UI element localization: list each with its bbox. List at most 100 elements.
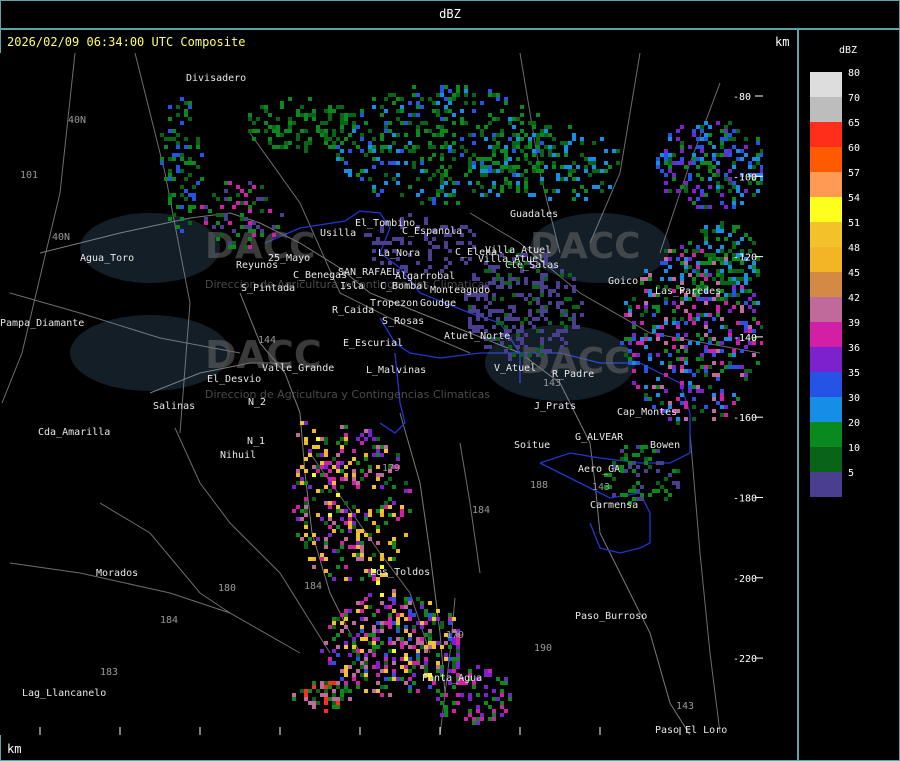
echo-cell: [488, 265, 492, 269]
echo-cell: [344, 465, 348, 469]
echo-cell: [312, 681, 316, 685]
echo-cell: [648, 397, 652, 401]
echo-cell: [236, 233, 240, 237]
echo-cell: [704, 269, 708, 273]
echo-cell: [356, 145, 360, 149]
echo-cell: [516, 157, 520, 161]
echo-cell: [576, 325, 580, 329]
echo-cell: [352, 641, 356, 645]
echo-cell: [404, 665, 408, 669]
echo-cell: [328, 145, 332, 149]
echo-cell: [420, 605, 424, 609]
echo-cell: [676, 485, 680, 489]
echo-cell: [412, 645, 416, 649]
echo-cell: [528, 309, 532, 313]
echo-cell: [356, 541, 360, 545]
echo-cell: [540, 177, 544, 181]
echo-cell: [636, 385, 640, 389]
echo-cell: [344, 473, 348, 477]
place-label: El_Desvio: [207, 374, 261, 385]
echo-cell: [300, 481, 304, 485]
echo-cell: [376, 541, 380, 545]
echo-cell: [736, 129, 740, 133]
echo-cell: [368, 149, 372, 153]
echo-cell: [176, 169, 180, 173]
echo-cell: [400, 121, 404, 125]
echo-cell: [432, 197, 436, 201]
echo-cell: [544, 277, 548, 281]
place-label: Usilla: [320, 228, 356, 239]
echo-cell: [492, 297, 496, 301]
echo-cell: [192, 197, 196, 201]
echo-cell: [344, 501, 348, 505]
echo-cell: [320, 685, 324, 689]
echo-cell: [680, 381, 684, 385]
echo-cell: [460, 109, 464, 113]
radar-map[interactable]: DACC DACC DACC DACC Direccion de Agricul…: [0, 53, 763, 735]
echo-cell: [568, 317, 572, 321]
echo-cell: [348, 653, 352, 657]
echo-cell: [724, 129, 728, 133]
echo-cell: [348, 513, 352, 517]
echo-cell: [176, 153, 180, 157]
echo-cell: [468, 321, 472, 325]
echo-cell: [756, 273, 760, 277]
echo-cell: [328, 517, 332, 521]
echo-cell: [416, 653, 420, 657]
echo-cell: [396, 517, 400, 521]
echo-cell: [460, 121, 464, 125]
echo-cell: [328, 117, 332, 121]
echo-cell: [192, 205, 196, 209]
echo-cell: [436, 133, 440, 137]
echo-cell: [392, 601, 396, 605]
echo-cell: [696, 357, 700, 361]
echo-cell: [516, 117, 520, 121]
echo-cell: [472, 161, 476, 165]
echo-cell: [180, 121, 184, 125]
echo-cell: [520, 121, 524, 125]
echo-cell: [412, 673, 416, 677]
echo-cell: [716, 225, 720, 229]
echo-cell: [452, 641, 456, 645]
echo-cell: [432, 613, 436, 617]
echo-cell: [408, 657, 412, 661]
echo-cell: [304, 113, 308, 117]
echo-cell: [340, 529, 344, 533]
echo-cell: [308, 141, 312, 145]
place-label: E_Escurial: [343, 338, 403, 349]
echo-cell: [712, 157, 716, 161]
echo-cell: [456, 181, 460, 185]
echo-cell: [492, 281, 496, 285]
echo-cell: [500, 701, 504, 705]
echo-cell: [728, 121, 732, 125]
echo-cell: [400, 513, 404, 517]
echo-cell: [636, 305, 640, 309]
echo-cell: [712, 253, 716, 257]
echo-cell: [328, 113, 332, 117]
echo-cell: [756, 137, 760, 141]
echo-cell: [372, 645, 376, 649]
echo-cell: [408, 601, 412, 605]
place-label: Punta_Agua: [422, 673, 482, 684]
echo-cell: [700, 189, 704, 193]
echo-cell: [380, 113, 384, 117]
echo-cell: [412, 665, 416, 669]
echo-cell: [328, 533, 332, 537]
unit-label-top: km: [775, 35, 790, 49]
echo-cell: [488, 93, 492, 97]
echo-cell: [356, 485, 360, 489]
echo-cell: [496, 285, 500, 289]
echo-cell: [668, 249, 672, 253]
echo-cell: [428, 145, 432, 149]
echo-cell: [720, 145, 724, 149]
echo-cell: [340, 437, 344, 441]
echo-cell: [724, 125, 728, 129]
echo-cell: [712, 353, 716, 357]
echo-cell: [740, 373, 744, 377]
echo-cell: [488, 673, 492, 677]
echo-cell: [304, 421, 308, 425]
echo-cell: [224, 217, 228, 221]
echo-cell: [380, 509, 384, 513]
echo-cell: [408, 613, 412, 617]
echo-cell: [544, 145, 548, 149]
